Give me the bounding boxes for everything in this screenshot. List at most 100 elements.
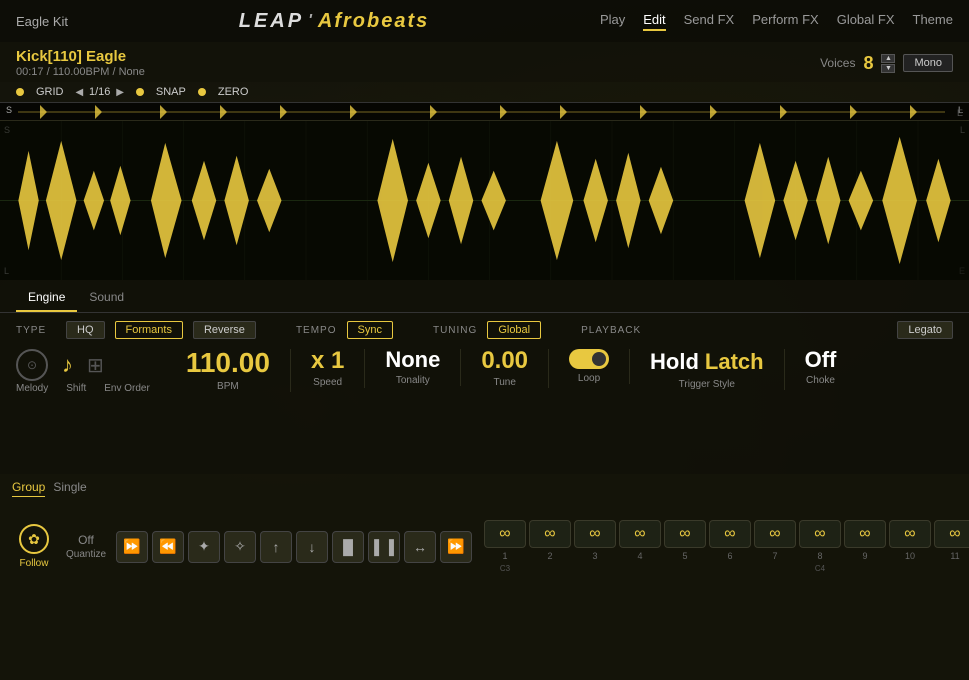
melody-labels: Melody Shift Env Order [16,383,150,394]
seq-tabs: Group Single [12,480,957,497]
nav-pattern2-btn[interactable]: ✧ [224,531,256,563]
step-8[interactable]: ∞ [799,520,841,548]
nav-perform-fx[interactable]: Perform FX [752,12,818,31]
type-formants-button[interactable]: Formants [115,321,183,339]
grid-controls: GRID ◀ 1/16 ▶ SNAP ZERO [0,82,969,102]
follow-button[interactable]: ✿ [19,524,49,554]
step-10[interactable]: ∞ [889,520,931,548]
grid-right-arrow[interactable]: ▶ [116,87,124,98]
playback-label: PLAYBACK [581,325,641,336]
follow-section: ✿ Follow [12,524,56,569]
instrument-header: Kick[110] Eagle 00:17 / 110.00BPM / None… [0,42,969,82]
tempo-label: TEMPO [296,325,337,336]
engine-tabs: Engine Sound [0,280,969,313]
step-notes-row: C3 C4 C5 [484,564,969,573]
speed-value: x 1 [311,349,344,373]
note-2 [529,564,571,573]
note-3 [574,564,616,573]
mono-button[interactable]: Mono [903,54,953,72]
legato-button[interactable]: Legato [897,321,953,339]
type-label: TYPE [16,325,56,336]
waveform-svg [0,121,969,280]
marker-bar[interactable]: S L E [0,102,969,120]
nav-edit[interactable]: Edit [643,12,665,31]
trigger-style-label: Trigger Style [679,379,735,390]
step-9[interactable]: ∞ [844,520,886,548]
marker-svg [0,103,969,120]
instrument-info: Kick[110] Eagle 00:17 / 110.00BPM / None [16,48,145,78]
nav-play[interactable]: Play [600,12,625,31]
waveform-main[interactable]: S L L E [0,120,969,280]
infinity-row: ∞ ∞ ∞ ∞ ∞ ∞ ∞ ∞ ∞ ∞ ∞ ∞ ∞ ∞ ∞ ∞ [484,520,969,548]
melody-label: Melody [16,383,48,394]
step-1[interactable]: ∞ [484,520,526,548]
step-7[interactable]: ∞ [754,520,796,548]
voices-count: 8 [863,53,873,74]
step-2[interactable]: ∞ [529,520,571,548]
step-3[interactable]: ∞ [574,520,616,548]
nav-up-btn[interactable]: ↑ [260,531,292,563]
hold-text[interactable]: Hold [650,349,699,375]
nav-bars2-btn[interactable]: ▌▐ [368,531,400,563]
nav-buttons: ⏩ ⏪ ✦ ✧ ↑ ↓ ▐▌ ▌▐ ↔ ⏩ [116,531,472,563]
nav-down-btn[interactable]: ↓ [296,531,328,563]
steps-container: ∞ ∞ ∞ ∞ ∞ ∞ ∞ ∞ ∞ ∞ ∞ ∞ ∞ ∞ ∞ ∞ [484,520,969,573]
nav-next-btn[interactable]: ⏩ [440,531,472,563]
shift-label: Shift [62,383,90,394]
step-num-1: 1 [484,551,526,561]
speed-sub: Speed [313,377,342,388]
type-hq-button[interactable]: HQ [66,321,105,339]
step-numbers-row: 1 2 3 4 5 6 7 8 9 10 11 12 13 14 15 16 [484,551,969,561]
grid-left-arrow[interactable]: ◀ [76,87,84,98]
type-reverse-button[interactable]: Reverse [193,321,256,339]
seq-tab-group[interactable]: Group [12,480,45,497]
quantize-section: Off Quantize [64,533,108,560]
step-4[interactable]: ∞ [619,520,661,548]
voices-up[interactable]: ▲ [881,54,895,63]
follow-icon-inner: ✿ [28,531,40,548]
nav-pattern1-btn[interactable]: ✦ [188,531,220,563]
nav-send-fx[interactable]: Send FX [684,12,735,31]
quantize-value: Off [78,533,94,547]
sync-button[interactable]: Sync [347,321,393,339]
engine-section: Engine Sound TYPE HQ Formants Reverse TE… [0,280,969,474]
global-button[interactable]: Global [487,321,541,339]
grid-fraction: 1/16 [87,86,112,98]
sequencer-section: Group Single ✿ Follow Off Quantize ⏩ ⏪ ✦ [0,474,969,680]
voices-arrows[interactable]: ▲ ▼ [881,54,895,73]
tune-value: 0.00 [481,349,528,373]
zero-label: ZERO [218,86,249,98]
step-num-8: 8 [799,551,841,561]
type-row: TYPE HQ Formants Reverse TEMPO Sync TUNI… [16,321,953,339]
step-11[interactable]: ∞ [934,520,969,548]
step-num-4: 4 [619,551,661,561]
note-11 [934,564,969,573]
seq-tab-single[interactable]: Single [53,480,86,497]
nav-forward-btn[interactable]: ⏩ [116,531,148,563]
note-4 [619,564,661,573]
music-note-icon[interactable]: ♪ [62,352,73,378]
grid-icon[interactable]: ⊞ [87,353,104,378]
bpm-sub: BPM [217,381,239,392]
latch-text[interactable]: Latch [705,349,764,375]
note-9 [844,564,886,573]
loop-label: Loop [578,373,600,384]
engine-tab-engine[interactable]: Engine [16,286,77,312]
loop-toggle[interactable] [569,349,609,369]
tonality-sub: Tonality [396,375,430,386]
nav-items: Play Edit Send FX Perform FX Global FX T… [600,12,953,31]
hold-latch-control[interactable]: Hold Latch [650,349,764,375]
melody-icons: ⊙ ♪ ⊞ [16,349,104,381]
nav-back-btn[interactable]: ⏪ [152,531,184,563]
circle-icon[interactable]: ⊙ [16,349,48,381]
nav-bars1-btn[interactable]: ▐▌ [332,531,364,563]
nav-arrows-btn[interactable]: ↔ [404,531,436,563]
brand-logo: LEAP ' Afrobeats [239,10,430,33]
step-5[interactable]: ∞ [664,520,706,548]
step-6[interactable]: ∞ [709,520,751,548]
engine-tab-sound[interactable]: Sound [77,286,136,312]
voices-down[interactable]: ▼ [881,64,895,73]
nav-theme[interactable]: Theme [913,12,953,31]
grid-value[interactable]: ◀ 1/16 ▶ [76,86,124,98]
nav-global-fx[interactable]: Global FX [837,12,895,31]
